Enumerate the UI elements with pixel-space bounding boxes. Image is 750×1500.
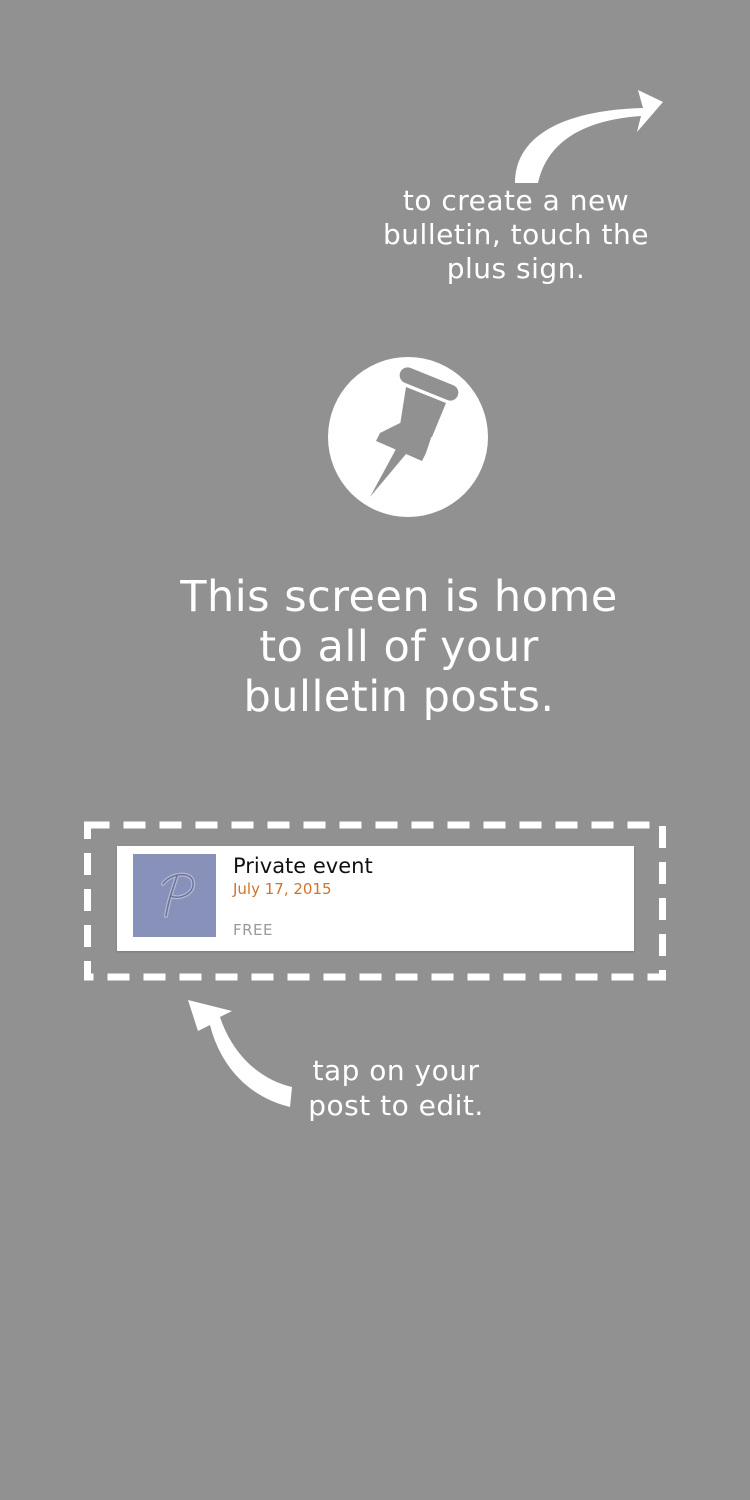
create-hint-line-1: to create a new: [402, 184, 630, 217]
sample-post-card[interactable]: Private event July 17, 2015 FREE: [117, 846, 634, 951]
create-hint-line-3: plus sign.: [446, 252, 586, 285]
create-hint-line-2: bulletin, touch the: [383, 218, 649, 251]
edit-hint-line-1: tap on your: [312, 1054, 480, 1087]
script-p-logo-icon: [133, 854, 216, 937]
headline-line-2: to all of your: [259, 622, 539, 672]
post-date: July 17, 2015: [233, 880, 332, 898]
edit-post-hint: tap on your post to edit.: [290, 1053, 502, 1123]
headline-line-3: bulletin posts.: [243, 672, 555, 722]
headline-line-1: This screen is home: [180, 572, 618, 622]
pushpin-icon: [328, 357, 488, 517]
intro-headline: This screen is home to all of your bulle…: [100, 572, 698, 722]
edit-hint-line-2: post to edit.: [308, 1089, 484, 1122]
curved-arrow-icon: [180, 995, 300, 1110]
post-price: FREE: [233, 921, 274, 939]
create-bulletin-hint: to create a new bulletin, touch the plus…: [360, 184, 672, 286]
post-title: Private event: [233, 854, 373, 878]
curved-arrow-icon: [505, 80, 675, 190]
